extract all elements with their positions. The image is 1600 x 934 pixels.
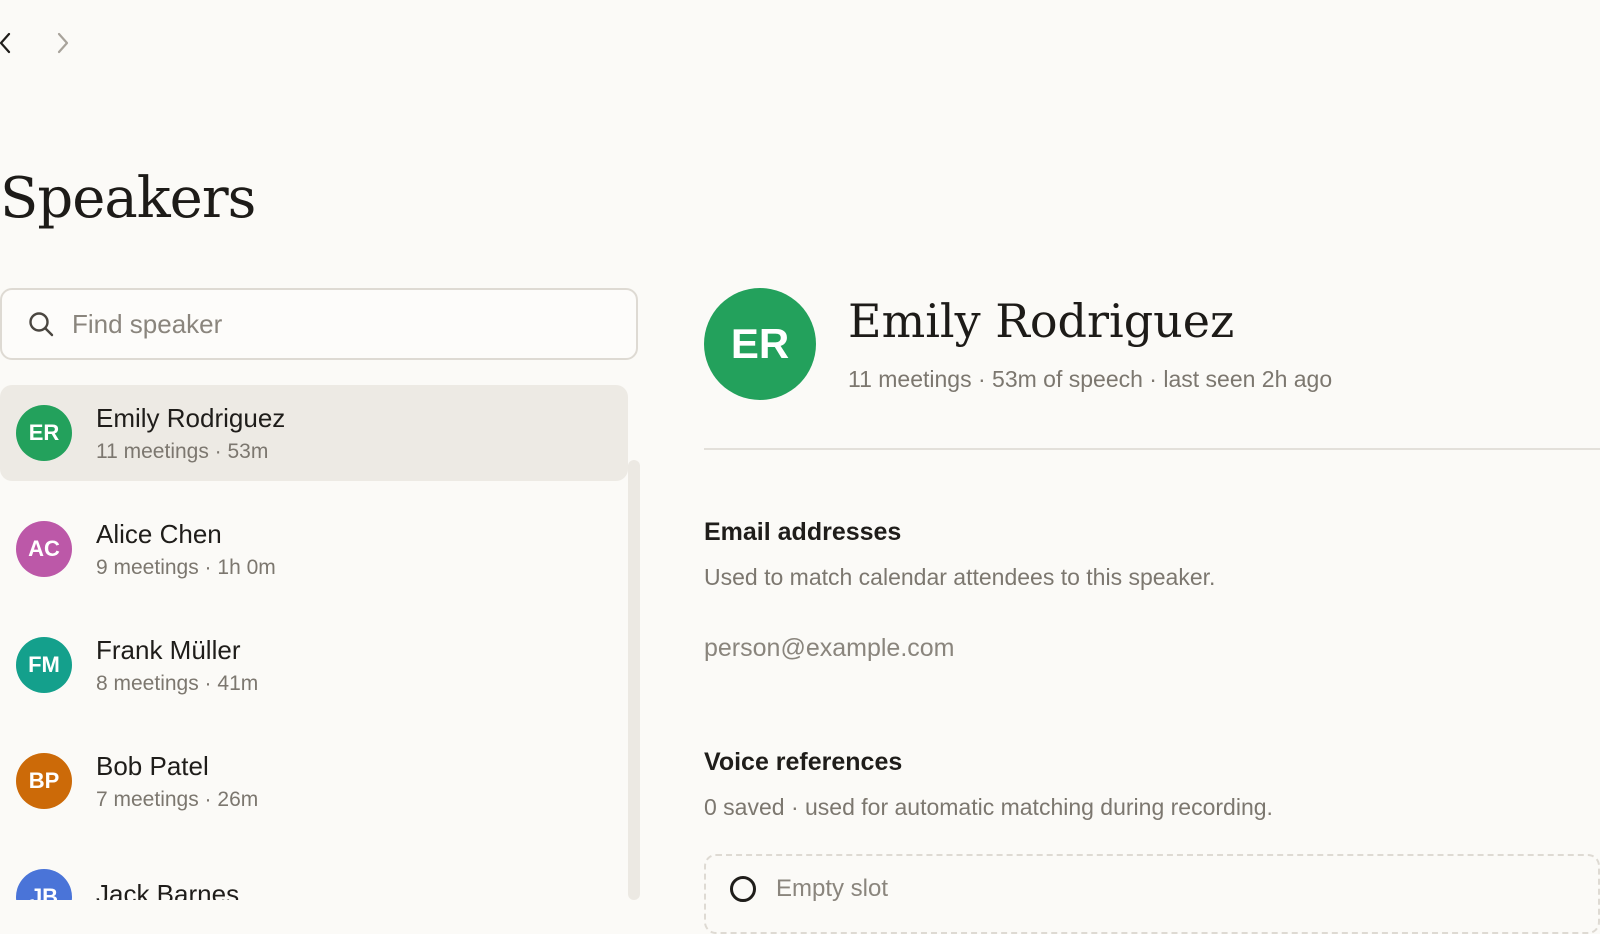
voice-reference-slot[interactable]: Empty slot xyxy=(704,854,1600,934)
chevron-left-icon xyxy=(0,32,11,54)
slot-label: Empty slot xyxy=(776,875,889,902)
avatar: JB xyxy=(16,869,72,900)
speaker-list-item[interactable]: FM Frank Müller 8 meetings · 41m xyxy=(0,617,628,713)
avatar: BP xyxy=(16,753,72,809)
speaker-detail-name: Emily Rodriguez xyxy=(848,294,1235,348)
speaker-info: Alice Chen 9 meetings · 1h 0m xyxy=(96,518,276,580)
divider xyxy=(704,448,1600,450)
speaker-list-item[interactable]: AC Alice Chen 9 meetings · 1h 0m xyxy=(0,501,628,597)
speaker-info: Bob Patel 7 meetings · 26m xyxy=(96,750,258,812)
speaker-info: Emily Rodriguez 11 meetings · 53m xyxy=(96,402,285,464)
speaker-stats: 8 meetings · 41m xyxy=(96,672,259,695)
speaker-name: Alice Chen xyxy=(96,519,222,549)
back-button[interactable] xyxy=(0,26,20,60)
speaker-name: Bob Patel xyxy=(96,751,209,781)
speaker-stats: 9 meetings · 1h 0m xyxy=(96,556,276,579)
voice-section-heading: Voice references xyxy=(704,748,903,776)
speaker-name: Jack Barnes xyxy=(96,879,240,900)
email-field[interactable] xyxy=(704,634,1304,663)
speaker-stats: 11 meetings · 53m xyxy=(96,440,269,463)
search-input[interactable] xyxy=(70,307,594,341)
search-icon xyxy=(28,311,54,337)
avatar: AC xyxy=(16,521,72,577)
speaker-info: Jack Barnes xyxy=(96,878,239,900)
speaker-stats: 7 meetings · 26m xyxy=(96,788,259,811)
speaker-detail-stats: 11 meetings · 53m of speech · last seen … xyxy=(848,366,1333,392)
speaker-list-item[interactable]: BP Bob Patel 7 meetings · 26m xyxy=(0,733,628,829)
voice-section-description: 0 saved · used for automatic matching du… xyxy=(704,794,1273,820)
speaker-name: Emily Rodriguez xyxy=(96,403,286,433)
chevron-right-icon xyxy=(57,32,69,54)
avatar: ER xyxy=(704,288,816,400)
history-nav xyxy=(0,26,120,60)
empty-circle-icon xyxy=(730,876,756,902)
page-title: Speakers xyxy=(0,166,256,231)
search-box[interactable] xyxy=(0,288,638,360)
speaker-list-scrollbar[interactable] xyxy=(628,460,640,900)
speaker-name: Frank Müller xyxy=(96,635,241,665)
email-section-heading: Email addresses xyxy=(704,518,902,546)
avatar: FM xyxy=(16,637,72,693)
speaker-list-item[interactable]: ER Emily Rodriguez 11 meetings · 53m xyxy=(0,385,628,481)
forward-button[interactable] xyxy=(48,26,78,60)
speaker-info: Frank Müller 8 meetings · 41m xyxy=(96,634,258,696)
avatar: ER xyxy=(16,405,72,461)
email-section-description: Used to match calendar attendees to this… xyxy=(704,564,1216,590)
speaker-list-item[interactable]: JB Jack Barnes xyxy=(0,849,628,900)
speaker-list: ER Emily Rodriguez 11 meetings · 53m AC … xyxy=(0,385,628,900)
